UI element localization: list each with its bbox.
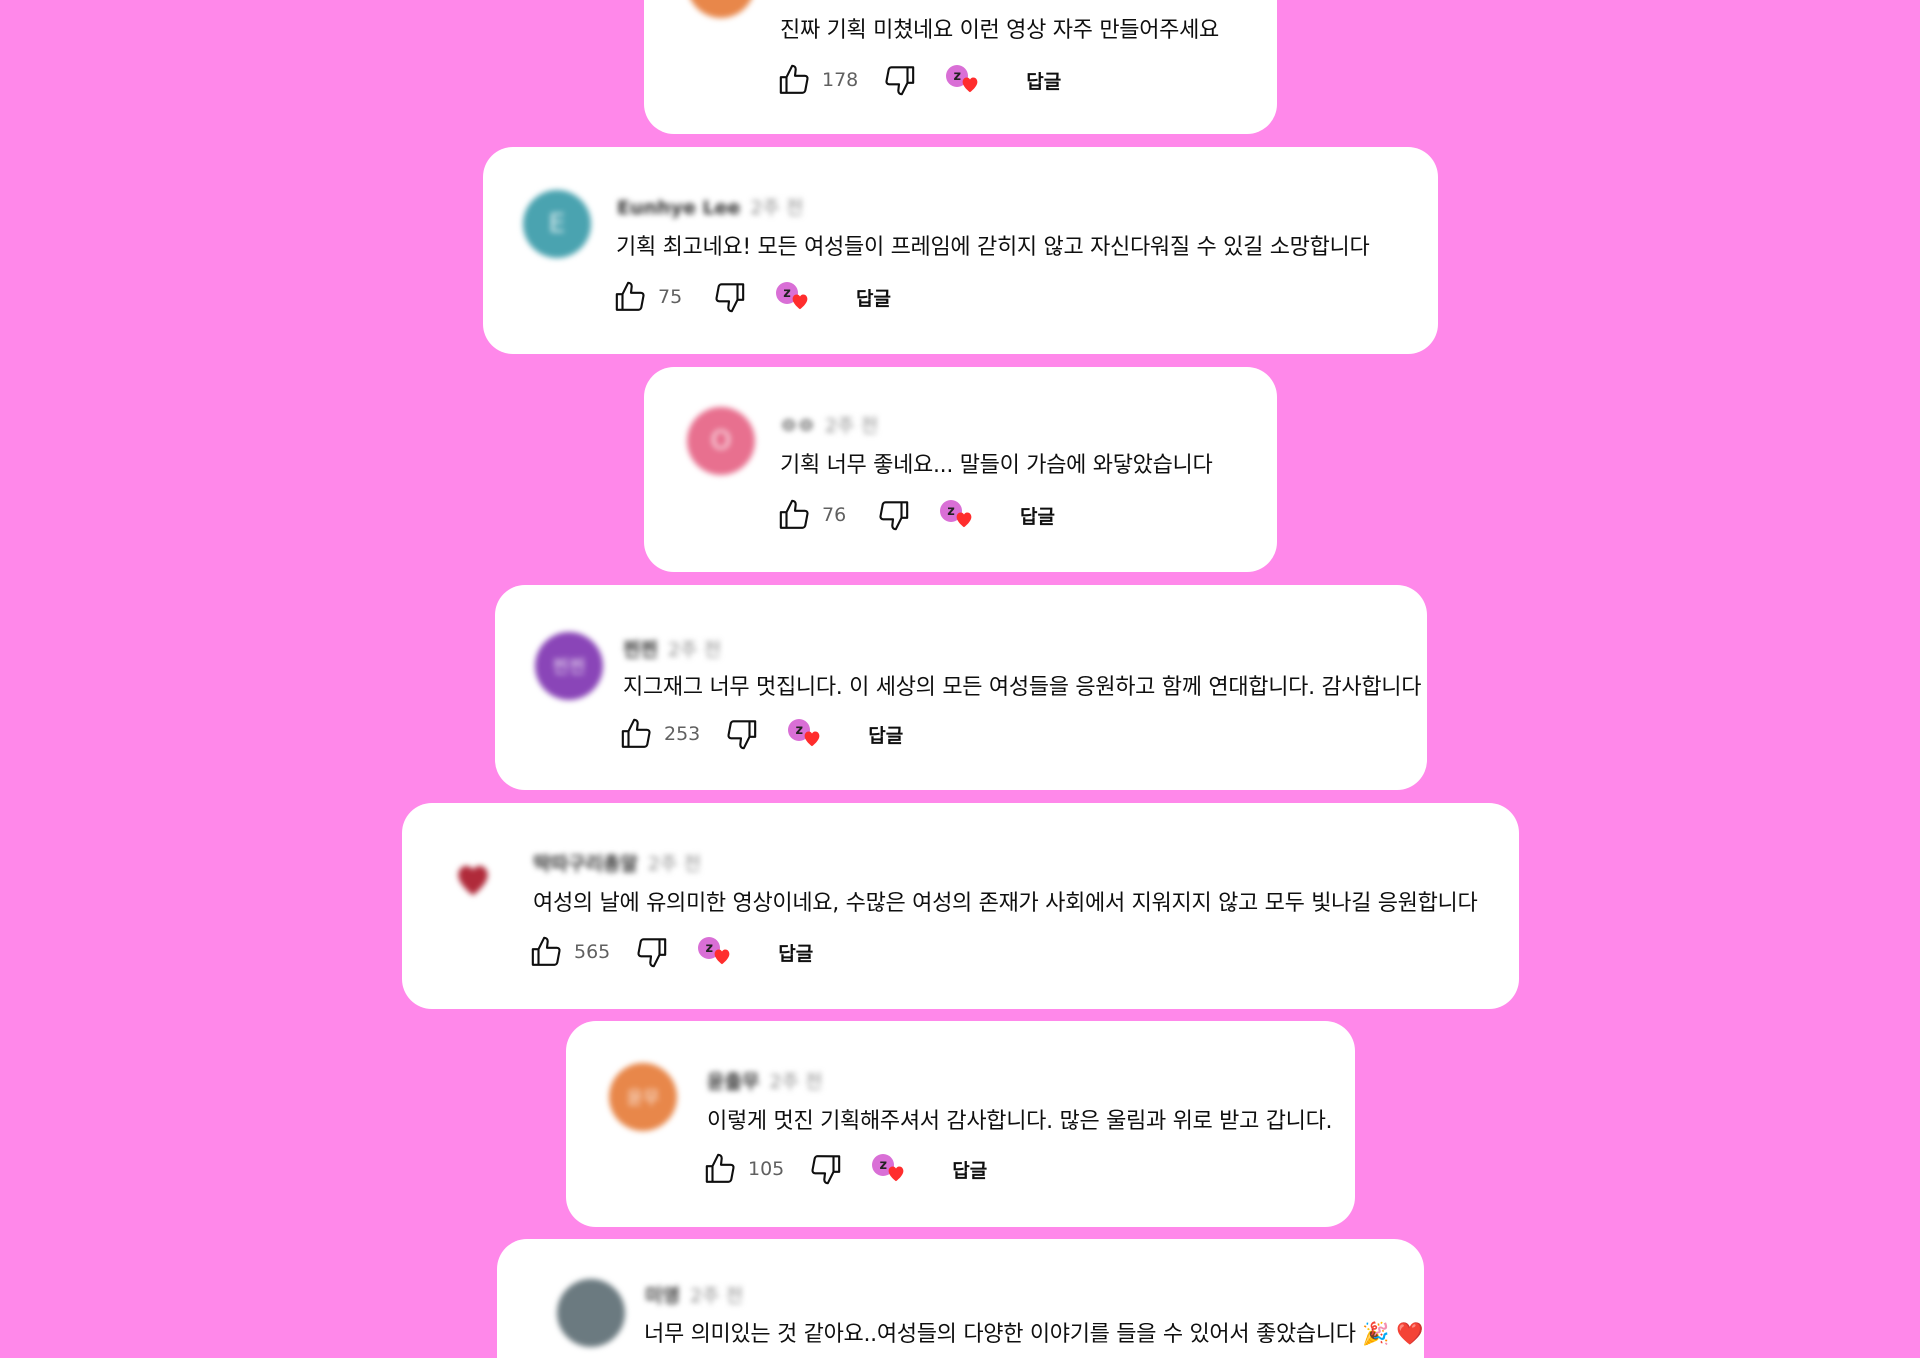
avatar[interactable] <box>557 1279 625 1347</box>
comment-card: 윤무 윤출무 2주 전 이렇게 멋진 기획해주셔서 감사합니다. 많은 울림과 위… <box>566 1021 1355 1227</box>
comment-text: 지그재그 너무 멋집니다. 이 세상의 모든 여성들을 응원하고 함께 연대합니… <box>623 675 1422 700</box>
reply-button[interactable]: 답글 <box>1026 67 1061 94</box>
comment-meta: ㅇㅇ 2주 전 <box>780 411 878 438</box>
comment-meta: 찐찐 2주 전 <box>623 635 721 662</box>
like-count: 178 <box>822 69 859 91</box>
creator-heart-badge: z <box>872 1152 908 1186</box>
comment-card: 미영 2주 전 너무 의미있는 것 같아요..여성들의 다양한 이야기를 들을 수… <box>497 1239 1424 1358</box>
comment-text: 기획 최고네요! 모든 여성들이 프레임에 갇히지 않고 자신다워질 수 있길 … <box>616 235 1370 260</box>
reply-button[interactable]: 답글 <box>778 939 813 966</box>
heart-icon <box>792 294 808 310</box>
like-button[interactable] <box>778 63 812 97</box>
thumbs-up-icon <box>779 64 809 94</box>
comment-meta: 딱따구리총알 2주 전 <box>533 849 701 876</box>
creator-heart-badge: z <box>776 280 812 314</box>
avatar[interactable] <box>439 845 507 913</box>
timestamp[interactable]: 2주 전 <box>648 853 701 875</box>
comment-actions: 178 z 답글 <box>778 60 1061 100</box>
creator-heart-badge: z <box>788 717 824 751</box>
like-count: 253 <box>664 723 701 745</box>
like-count: 75 <box>658 286 683 308</box>
comment-actions: 75 z 답글 <box>614 277 891 317</box>
like-count: 565 <box>574 941 611 963</box>
author-name[interactable]: 딱따구리총알 <box>533 853 638 875</box>
thumbs-up-icon <box>779 499 809 529</box>
comment-card: O ㅇㅇ 2주 전 기획 너무 좋네요... 말들이 가슴에 와닿았습니다 76 … <box>644 367 1277 572</box>
avatar[interactable]: E <box>523 190 591 258</box>
comment-text: 기획 너무 좋네요... 말들이 가슴에 와닿았습니다 <box>780 453 1213 478</box>
thumbs-down-icon <box>879 501 909 531</box>
avatar[interactable]: 찐찐 <box>535 632 603 700</box>
reply-button[interactable]: 답글 <box>952 1156 987 1183</box>
timestamp[interactable]: 2주 전 <box>825 415 878 437</box>
heart-icon <box>458 865 488 896</box>
timestamp[interactable]: 2주 전 <box>769 1071 822 1093</box>
like-count: 105 <box>748 1158 785 1180</box>
reply-button[interactable]: 답글 <box>1020 502 1055 529</box>
comment-card: 딱따구리총알 2주 전 여성의 날에 유의미한 영상이네요, 수많은 여성의 존재… <box>402 803 1519 1009</box>
author-name[interactable]: ㅇㅇ <box>780 415 815 437</box>
comment-actions: 105 z 답글 <box>704 1149 987 1189</box>
heart-icon <box>888 1166 904 1182</box>
thumbs-down-icon <box>885 66 915 96</box>
like-button[interactable] <box>704 1152 738 1186</box>
comment-card: 진짜 기획 미쳤네요 이런 영상 자주 만들어주세요 178 z 답글 <box>644 0 1277 134</box>
thumbs-up-icon <box>531 936 561 966</box>
dislike-button[interactable] <box>808 1152 842 1186</box>
thumbs-up-icon <box>705 1153 735 1183</box>
thumbs-down-icon <box>715 283 745 313</box>
thumbs-down-icon <box>727 720 757 750</box>
heart-icon <box>714 949 730 965</box>
comment-meta: 윤출무 2주 전 <box>707 1067 823 1094</box>
comment-card: 찐찐 찐찐 2주 전 지그재그 너무 멋집니다. 이 세상의 모든 여성들을 응원… <box>495 585 1427 790</box>
like-button[interactable] <box>620 717 654 751</box>
avatar[interactable]: 윤무 <box>609 1063 677 1131</box>
comment-actions: 76 z 답글 <box>778 495 1055 535</box>
dislike-button[interactable] <box>724 717 758 751</box>
avatar[interactable]: O <box>687 407 755 475</box>
reply-button[interactable]: 답글 <box>868 721 903 748</box>
creator-heart-badge: z <box>940 498 976 532</box>
comment-meta: 미영 2주 전 <box>645 1281 743 1308</box>
like-button[interactable] <box>778 498 812 532</box>
comment-meta: Eunhye Lee 2주 전 <box>617 193 803 220</box>
comment-text: 이렇게 멋진 기획해주셔서 감사합니다. 많은 울림과 위로 받고 갑니다. <box>707 1109 1333 1134</box>
like-count: 76 <box>822 504 847 526</box>
reply-button[interactable]: 답글 <box>856 284 891 311</box>
heart-icon <box>804 731 820 747</box>
thumbs-up-icon <box>621 718 651 748</box>
heart-icon <box>962 77 978 93</box>
author-name[interactable]: 찐찐 <box>623 639 658 661</box>
comment-actions: 565 z 답글 <box>530 932 813 972</box>
heart-icon <box>956 512 972 528</box>
author-name[interactable]: Eunhye Lee <box>617 197 740 219</box>
dislike-button[interactable] <box>876 498 910 532</box>
comment-actions: 253 z 답글 <box>620 714 903 754</box>
thumbs-down-icon <box>637 938 667 968</box>
dislike-button[interactable] <box>712 280 746 314</box>
comment-text: 너무 의미있는 것 같아요..여성들의 다양한 이야기를 들을 수 있어서 좋았… <box>644 1322 1424 1347</box>
like-button[interactable] <box>530 935 564 969</box>
author-name[interactable]: 윤출무 <box>707 1071 759 1093</box>
dislike-button[interactable] <box>634 935 668 969</box>
creator-heart-badge: z <box>698 935 734 969</box>
author-name[interactable]: 미영 <box>645 1285 680 1307</box>
creator-heart-badge: z <box>946 63 982 97</box>
avatar[interactable] <box>687 0 755 18</box>
timestamp[interactable]: 2주 전 <box>750 197 803 219</box>
thumbs-up-icon <box>615 281 645 311</box>
comment-card: E Eunhye Lee 2주 전 기획 최고네요! 모든 여성들이 프레임에 갇… <box>483 147 1438 354</box>
comment-text: 여성의 날에 유의미한 영상이네요, 수많은 여성의 존재가 사회에서 지워지지… <box>533 891 1478 916</box>
timestamp[interactable]: 2주 전 <box>690 1285 743 1307</box>
comment-text: 진짜 기획 미쳤네요 이런 영상 자주 만들어주세요 <box>780 18 1219 43</box>
thumbs-down-icon <box>811 1155 841 1185</box>
like-button[interactable] <box>614 280 648 314</box>
dislike-button[interactable] <box>882 63 916 97</box>
timestamp[interactable]: 2주 전 <box>668 639 721 661</box>
